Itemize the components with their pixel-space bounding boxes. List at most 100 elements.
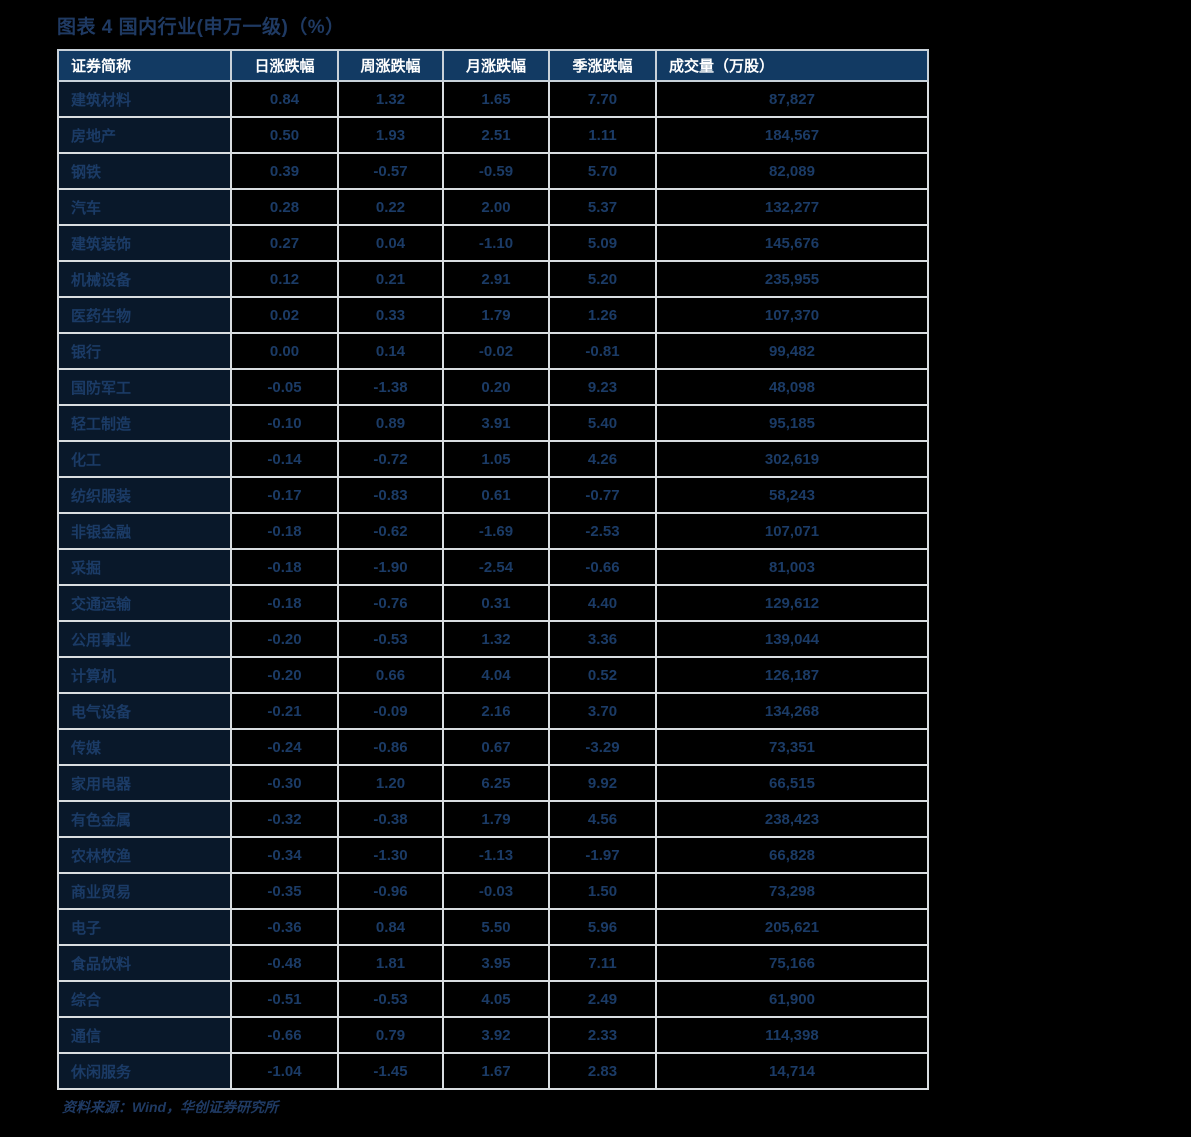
cell-volume: 95,185 — [657, 406, 929, 442]
cell-quarter-change: 7.70 — [550, 82, 657, 118]
figure-page: 图表 4 国内行业(申万一级)（%） 证券简称 日涨跌幅 周涨跌幅 月涨跌幅 季… — [0, 0, 1191, 1137]
cell-week-change: 0.21 — [339, 262, 444, 298]
table-row: 医药生物 0.02 0.33 1.79 1.26 107,370 — [57, 298, 929, 334]
cell-volume: 73,351 — [657, 730, 929, 766]
column-header-week-change: 周涨跌幅 — [339, 49, 444, 82]
table-row: 传媒 -0.24 -0.86 0.67 -3.29 73,351 — [57, 730, 929, 766]
cell-week-change: -0.09 — [339, 694, 444, 730]
table-row: 汽车 0.28 0.22 2.00 5.37 132,277 — [57, 190, 929, 226]
cell-quarter-change: 3.36 — [550, 622, 657, 658]
cell-day-change: 0.28 — [232, 190, 339, 226]
cell-month-change: 6.25 — [444, 766, 550, 802]
table-row: 房地产 0.50 1.93 2.51 1.11 184,567 — [57, 118, 929, 154]
cell-week-change: -1.30 — [339, 838, 444, 874]
figure-title: 图表 4 国内行业(申万一级)（%） — [57, 17, 345, 38]
cell-security-name: 传媒 — [57, 730, 232, 766]
cell-week-change: 0.04 — [339, 226, 444, 262]
cell-month-change: 4.05 — [444, 982, 550, 1018]
cell-volume: 126,187 — [657, 658, 929, 694]
cell-quarter-change: 5.70 — [550, 154, 657, 190]
cell-quarter-change: 5.37 — [550, 190, 657, 226]
cell-day-change: -0.32 — [232, 802, 339, 838]
cell-security-name: 国防军工 — [57, 370, 232, 406]
cell-week-change: 0.33 — [339, 298, 444, 334]
cell-week-change: 0.79 — [339, 1018, 444, 1054]
cell-quarter-change: 4.56 — [550, 802, 657, 838]
cell-security-name: 建筑材料 — [57, 82, 232, 118]
cell-day-change: -0.18 — [232, 514, 339, 550]
cell-security-name: 采掘 — [57, 550, 232, 586]
table-row: 建筑装饰 0.27 0.04 -1.10 5.09 145,676 — [57, 226, 929, 262]
cell-volume: 139,044 — [657, 622, 929, 658]
cell-volume: 107,370 — [657, 298, 929, 334]
source-note: 资料来源：Wind，华创证券研究所 — [62, 1099, 279, 1115]
cell-security-name: 银行 — [57, 334, 232, 370]
table-row: 建筑材料 0.84 1.32 1.65 7.70 87,827 — [57, 82, 929, 118]
cell-day-change: -0.21 — [232, 694, 339, 730]
table-row: 机械设备 0.12 0.21 2.91 5.20 235,955 — [57, 262, 929, 298]
cell-security-name: 化工 — [57, 442, 232, 478]
cell-week-change: 0.89 — [339, 406, 444, 442]
table-row: 有色金属 -0.32 -0.38 1.79 4.56 238,423 — [57, 802, 929, 838]
cell-month-change: 1.79 — [444, 802, 550, 838]
cell-quarter-change: 0.52 — [550, 658, 657, 694]
cell-security-name: 综合 — [57, 982, 232, 1018]
industry-performance-table: 证券简称 日涨跌幅 周涨跌幅 月涨跌幅 季涨跌幅 成交量（万股） 建筑材料 0.8… — [57, 49, 929, 1090]
cell-month-change: 2.00 — [444, 190, 550, 226]
cell-month-change: 0.20 — [444, 370, 550, 406]
cell-month-change: 1.79 — [444, 298, 550, 334]
cell-week-change: -0.57 — [339, 154, 444, 190]
cell-day-change: 0.27 — [232, 226, 339, 262]
cell-day-change: 0.12 — [232, 262, 339, 298]
cell-month-change: -2.54 — [444, 550, 550, 586]
cell-volume: 134,268 — [657, 694, 929, 730]
table-row: 公用事业 -0.20 -0.53 1.32 3.36 139,044 — [57, 622, 929, 658]
table-row: 银行 0.00 0.14 -0.02 -0.81 99,482 — [57, 334, 929, 370]
cell-week-change: -0.38 — [339, 802, 444, 838]
cell-quarter-change: 4.26 — [550, 442, 657, 478]
cell-volume: 145,676 — [657, 226, 929, 262]
cell-week-change: 1.20 — [339, 766, 444, 802]
cell-volume: 66,828 — [657, 838, 929, 874]
cell-volume: 99,482 — [657, 334, 929, 370]
cell-month-change: -1.10 — [444, 226, 550, 262]
cell-week-change: -0.83 — [339, 478, 444, 514]
cell-security-name: 建筑装饰 — [57, 226, 232, 262]
cell-day-change: 0.84 — [232, 82, 339, 118]
cell-volume: 66,515 — [657, 766, 929, 802]
cell-day-change: -0.20 — [232, 658, 339, 694]
cell-day-change: -0.30 — [232, 766, 339, 802]
cell-month-change: 2.16 — [444, 694, 550, 730]
cell-month-change: -1.13 — [444, 838, 550, 874]
cell-day-change: -0.18 — [232, 550, 339, 586]
cell-quarter-change: 1.50 — [550, 874, 657, 910]
cell-volume: 184,567 — [657, 118, 929, 154]
cell-security-name: 商业贸易 — [57, 874, 232, 910]
cell-volume: 205,621 — [657, 910, 929, 946]
table-row: 非银金融 -0.18 -0.62 -1.69 -2.53 107,071 — [57, 514, 929, 550]
cell-security-name: 医药生物 — [57, 298, 232, 334]
cell-week-change: -0.53 — [339, 982, 444, 1018]
cell-volume: 61,900 — [657, 982, 929, 1018]
cell-month-change: -0.03 — [444, 874, 550, 910]
cell-day-change: 0.39 — [232, 154, 339, 190]
cell-volume: 48,098 — [657, 370, 929, 406]
cell-month-change: 3.91 — [444, 406, 550, 442]
cell-security-name: 食品饮料 — [57, 946, 232, 982]
cell-volume: 238,423 — [657, 802, 929, 838]
cell-quarter-change: 3.70 — [550, 694, 657, 730]
cell-week-change: -1.45 — [339, 1054, 444, 1090]
cell-quarter-change: 5.96 — [550, 910, 657, 946]
table-row: 农林牧渔 -0.34 -1.30 -1.13 -1.97 66,828 — [57, 838, 929, 874]
cell-volume: 73,298 — [657, 874, 929, 910]
cell-security-name: 电子 — [57, 910, 232, 946]
cell-week-change: -0.62 — [339, 514, 444, 550]
table-row: 电子 -0.36 0.84 5.50 5.96 205,621 — [57, 910, 929, 946]
cell-week-change: -0.76 — [339, 586, 444, 622]
cell-week-change: 0.22 — [339, 190, 444, 226]
cell-volume: 82,089 — [657, 154, 929, 190]
industry-table-container: 证券简称 日涨跌幅 周涨跌幅 月涨跌幅 季涨跌幅 成交量（万股） 建筑材料 0.8… — [57, 49, 929, 1090]
cell-month-change: 2.51 — [444, 118, 550, 154]
cell-month-change: 3.92 — [444, 1018, 550, 1054]
cell-quarter-change: 9.23 — [550, 370, 657, 406]
